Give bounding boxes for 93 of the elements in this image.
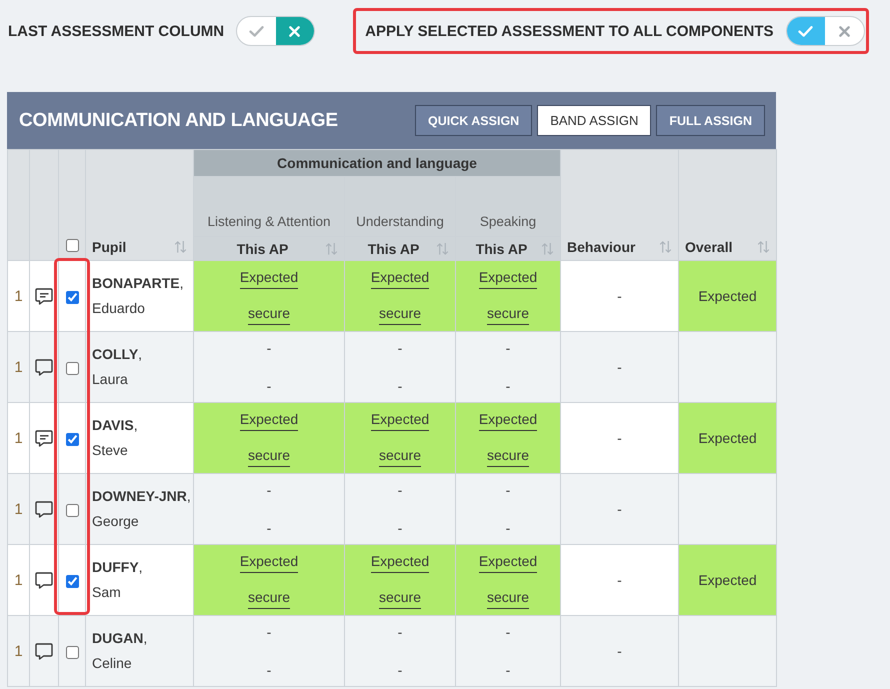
assign-button[interactable]: BAND ASSIGN — [537, 105, 652, 136]
pupil-forename: Sam — [92, 583, 122, 602]
row-checkbox[interactable] — [66, 504, 78, 517]
column-header: This AP — [366, 240, 420, 256]
cross-icon — [838, 26, 850, 36]
grade-text: - — [506, 622, 510, 642]
pupil-forename: George — [92, 512, 140, 531]
row-checkbox[interactable] — [66, 646, 78, 659]
pupil-forename: Celine — [92, 654, 133, 673]
pupil-surname: DUGAN, — [92, 629, 148, 648]
step-link[interactable]: secure — [248, 446, 290, 466]
step-link[interactable]: secure — [486, 446, 530, 466]
step-text: - — [266, 518, 272, 538]
step-link[interactable]: secure — [486, 588, 530, 608]
pupil-forename: Laura — [92, 370, 129, 389]
component-header: Speaking — [456, 176, 560, 236]
grade-link[interactable]: Expected — [478, 268, 538, 288]
column-header: Pupil — [92, 239, 126, 255]
grade-text: - — [398, 622, 402, 642]
step-link[interactable]: secure — [248, 588, 290, 608]
step-text: - — [506, 518, 510, 538]
select-all-checkbox[interactable] — [66, 238, 78, 252]
check-icon — [248, 26, 264, 36]
step-text: - — [266, 376, 272, 396]
grade-text: - — [398, 480, 402, 500]
overall-cell: Expected — [678, 544, 776, 616]
step-text: - — [506, 660, 510, 680]
check-icon — [798, 26, 814, 36]
comment-icon[interactable] — [35, 642, 53, 660]
comment-icon[interactable] — [35, 288, 53, 304]
pupil-surname: DUFFY, — [92, 558, 144, 577]
grade-link[interactable]: Expected — [370, 552, 430, 572]
row-checkbox[interactable] — [66, 432, 78, 446]
comment-icon[interactable] — [35, 430, 53, 446]
grade-link[interactable]: Expected — [240, 552, 298, 572]
pupil-forename: Steve — [92, 441, 129, 460]
step-text: - — [398, 518, 402, 538]
assign-button[interactable]: QUICK ASSIGN — [414, 105, 532, 136]
toggle-switch[interactable] — [236, 16, 316, 46]
row-number: 1 — [8, 402, 30, 474]
step-link[interactable]: secure — [378, 446, 422, 466]
row-number: 1 — [8, 332, 30, 402]
comment-icon[interactable] — [35, 500, 53, 518]
step-text: - — [398, 376, 402, 396]
step-link[interactable]: secure — [248, 304, 290, 324]
grade-text: - — [506, 480, 510, 500]
step-link[interactable]: secure — [486, 304, 530, 324]
grade-text: - — [506, 338, 510, 358]
component-header: Listening & Attention — [194, 176, 344, 236]
assign-button[interactable]: FULL ASSIGN — [656, 105, 765, 136]
grade-link[interactable]: Expected — [240, 410, 298, 430]
pupil-surname: COLLY, — [92, 345, 144, 364]
component-header: Understanding — [344, 176, 456, 236]
grade-link[interactable]: Expected — [478, 552, 538, 572]
option-label: LAST ASSESSMENT COLUMN — [8, 22, 224, 40]
grade-text: - — [266, 480, 272, 500]
column-header: This AP — [236, 240, 290, 256]
row-checkbox[interactable] — [66, 362, 78, 375]
pupil-surname: DOWNEY-JNR, — [92, 487, 192, 506]
pupil-forename: Eduardo — [92, 299, 146, 318]
step-text: - — [506, 376, 510, 396]
row-checkbox[interactable] — [66, 574, 78, 588]
grade-text: - — [266, 622, 272, 642]
row-number: 1 — [8, 260, 30, 332]
behaviour-value: - — [560, 616, 678, 686]
grade-link[interactable]: Expected — [370, 410, 430, 430]
toggle-switch[interactable] — [786, 16, 865, 46]
step-link[interactable]: secure — [378, 588, 422, 608]
panel-title: COMMUNICATION AND LANGUAGE — [19, 110, 338, 132]
grade-text: - — [398, 338, 402, 358]
overall-cell: Expected — [678, 260, 776, 332]
step-text: - — [398, 660, 402, 680]
row-checkbox[interactable] — [66, 290, 78, 304]
row-number: 1 — [8, 616, 30, 686]
grade-link[interactable]: Expected — [478, 410, 538, 430]
pupil-surname: BONAPARTE, — [92, 274, 185, 293]
comment-icon[interactable] — [35, 572, 53, 588]
grade-link[interactable]: Expected — [370, 268, 430, 288]
group-header: Communication and language — [194, 150, 560, 176]
pupil-surname: DAVIS, — [92, 416, 139, 435]
option-label: APPLY SELECTED ASSESSMENT TO ALL COMPONENTS — [365, 22, 774, 40]
column-header: Overall — [685, 239, 732, 255]
comment-icon[interactable] — [35, 358, 53, 376]
row-number: 1 — [8, 544, 30, 616]
column-header: Behaviour — [567, 239, 636, 255]
overall-cell: Expected — [678, 402, 776, 474]
step-link[interactable]: secure — [378, 304, 422, 324]
cross-icon — [289, 26, 300, 36]
row-number: 1 — [8, 474, 30, 544]
grade-text: - — [266, 338, 272, 358]
column-header: This AP — [474, 240, 528, 256]
step-text: - — [266, 660, 272, 680]
grade-link[interactable]: Expected — [240, 268, 298, 288]
